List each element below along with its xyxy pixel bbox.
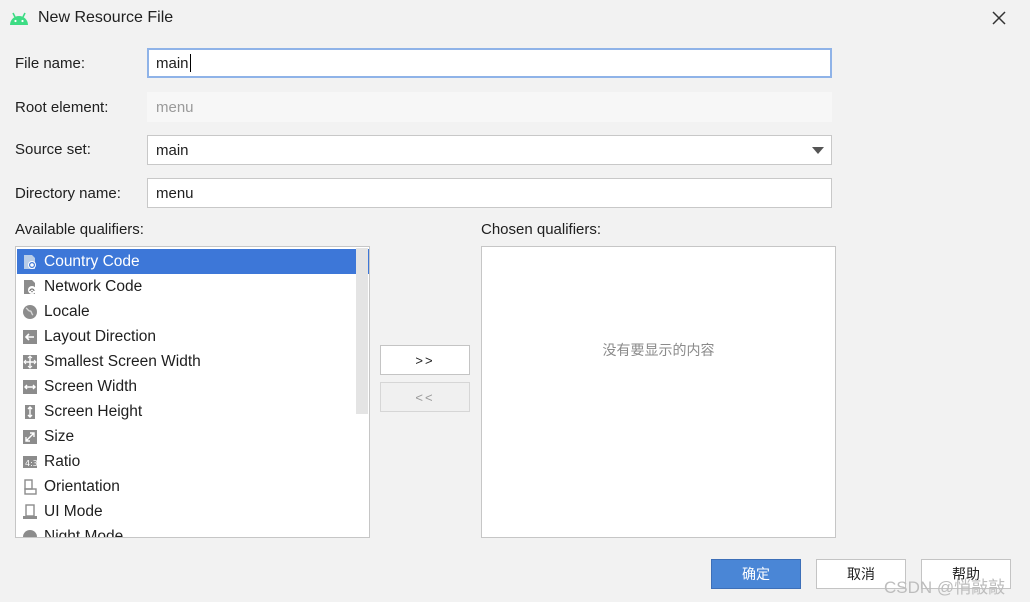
list-item-smallest-screen-width[interactable]: Smallest Screen Width [17,349,369,374]
list-item-label: Night Mode [44,527,124,538]
file-name-value: main [156,54,189,72]
list-item-night-mode[interactable]: Night Mode [17,524,369,538]
watermark-text: CSDN @悄敲敲 [884,578,1006,597]
available-qualifiers-list[interactable]: Country Code Network Code Locale Layout … [15,246,370,538]
list-item-screen-height[interactable]: Screen Height [17,399,369,424]
text-caret [189,54,191,72]
root-element-input[interactable]: menu [147,92,832,122]
layout-direction-icon [22,329,38,345]
remove-qualifier-button[interactable]: << [380,382,470,412]
file-name-input[interactable]: main [147,48,832,78]
globe-icon [22,304,38,320]
list-item-locale[interactable]: Locale [17,299,369,324]
list-item-label: Smallest Screen Width [44,352,201,370]
list-item-label: Network Code [44,277,143,295]
list-item-screen-width[interactable]: Screen Width [17,374,369,399]
ratio-icon: 4:3 [22,454,38,470]
list-item-size[interactable]: Size [17,424,369,449]
list-item-label: Screen Height [44,402,143,420]
root-element-label: Root element: [15,99,109,116]
ui-mode-icon [22,503,38,520]
list-item-label: Country Code [44,252,140,270]
network-code-icon [22,279,38,295]
country-code-icon [22,254,38,270]
smallest-width-icon [22,354,38,370]
close-button[interactable] [986,6,1012,30]
list-item-label: Locale [44,302,90,320]
list-item-label: Layout Direction [44,327,157,345]
source-set-select[interactable]: main [147,135,832,165]
list-item-country-code[interactable]: Country Code [17,249,369,274]
available-qualifiers-label: Available qualifiers: [15,221,144,238]
list-item-layout-direction[interactable]: Layout Direction [17,324,369,349]
list-item-orientation[interactable]: Orientation [17,474,369,499]
screen-width-icon [22,379,38,395]
close-icon [992,11,1006,25]
list-item-label: Orientation [44,477,120,495]
ok-button[interactable]: 确定 [711,559,801,589]
list-item-label: Screen Width [44,377,138,395]
svg-text:4:3: 4:3 [25,459,38,468]
list-item-ratio[interactable]: 4:3 Ratio [17,449,369,474]
directory-name-value: menu [156,184,194,202]
source-set-value: main [156,141,189,159]
chosen-qualifiers-list[interactable] [481,246,836,538]
android-icon [10,12,28,25]
dialog-title: New Resource File [38,9,174,26]
directory-name-input[interactable]: menu [147,178,832,208]
list-scrollbar-thumb[interactable] [356,248,368,414]
empty-list-message: 没有要显示的内容 [602,342,715,358]
list-item-ui-mode[interactable]: UI Mode [17,499,369,524]
orientation-icon [22,478,38,495]
list-item-network-code[interactable]: Network Code [17,274,369,299]
directory-name-label: Directory name: [15,185,121,202]
source-set-label: Source set: [15,141,91,158]
chosen-qualifiers-label: Chosen qualifiers: [481,221,602,238]
list-item-label: Size [44,427,75,445]
file-name-label: File name: [15,55,86,72]
list-item-label: UI Mode [44,502,103,520]
list-item-label: Ratio [44,452,81,470]
root-element-placeholder: menu [156,98,194,116]
night-mode-icon [22,529,38,537]
add-qualifier-button[interactable]: >> [380,345,470,375]
chevron-down-icon [812,147,824,154]
screen-height-icon [22,404,38,420]
size-icon [22,429,38,445]
